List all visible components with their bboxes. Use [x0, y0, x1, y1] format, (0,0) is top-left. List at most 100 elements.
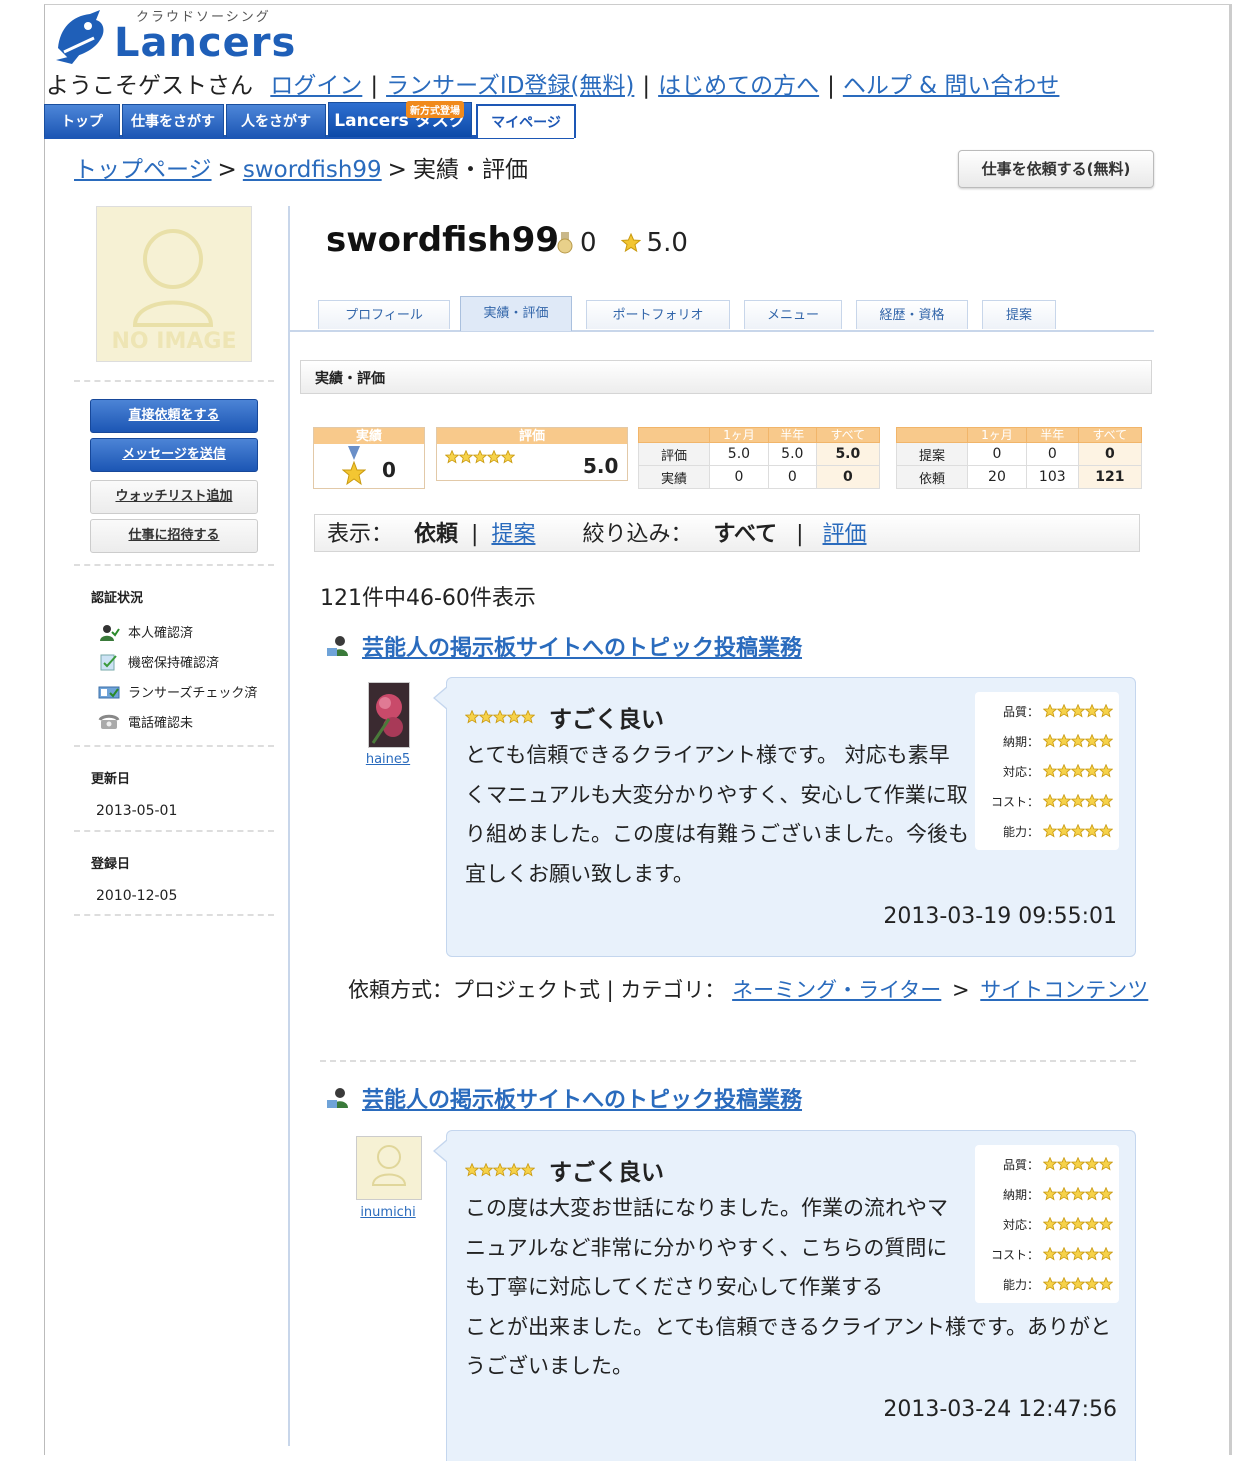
divider: [74, 380, 274, 382]
tab-menu[interactable]: メニュー: [744, 300, 842, 329]
tab-achievements[interactable]: 実績・評価: [460, 296, 572, 331]
cert-identity: 本人確認済: [98, 622, 193, 641]
star-icon: [1085, 1247, 1099, 1261]
tab-profile[interactable]: プロフィール: [318, 300, 450, 329]
review-rating: すごく良い: [465, 1153, 664, 1187]
star-icon: [1099, 794, 1113, 808]
star-icon: [445, 450, 459, 464]
star-icon: [1043, 824, 1057, 838]
breadcrumb-user[interactable]: swordfish99: [243, 157, 382, 183]
star-icon: [1043, 1277, 1057, 1291]
star-icon: [1085, 824, 1099, 838]
star-icon: [1099, 1247, 1113, 1261]
star-icon: [1071, 1157, 1085, 1171]
star-icon: [465, 710, 479, 724]
logo-wordmark[interactable]: Lancers: [114, 20, 296, 66]
cert-lancers-check: ランサーズチェック済: [98, 682, 257, 701]
achievement-value: 0: [382, 458, 396, 482]
job-person-icon: [327, 636, 348, 656]
filter-proposals-link[interactable]: 提案: [491, 522, 535, 547]
profile-username: swordfish99: [326, 220, 560, 260]
divider: [74, 830, 274, 832]
id-card-icon: [98, 686, 120, 698]
review-date: 2013-03-19 09:55:01: [883, 904, 1117, 929]
stats-table-rating: 1ヶ月 半年 すべて 評価 5.0 5.0 5.0 実績 0 0 0: [638, 427, 881, 489]
invite-job-button[interactable]: 仕事に招待する: [90, 519, 258, 553]
star-icon: [1057, 704, 1071, 718]
help-link[interactable]: ヘルプ & 問い合わせ: [843, 73, 1060, 99]
job-title-row: 芸能人の掲示板サイトへのトピック投稿業務: [326, 1082, 802, 1114]
register-link[interactable]: ランサーズID登録(無料): [386, 73, 634, 99]
divider: [74, 745, 274, 747]
lancers-logo-icon[interactable]: [50, 8, 110, 66]
star-icon: [459, 450, 473, 464]
profile-tabs: プロフィール 実績・評価 ポートフォリオ メニュー 経歴・資格 提案: [290, 296, 1154, 332]
star-icon: [479, 1163, 493, 1177]
breadcrumb: トップページ > swordfish99 > 実績・評価: [74, 157, 528, 183]
breadcrumb-home[interactable]: トップページ: [74, 157, 212, 183]
star-icon: [1085, 704, 1099, 718]
deadline-stars: [1043, 734, 1113, 748]
tab-portfolio[interactable]: ポートフォリオ: [586, 300, 730, 329]
star-icon: [473, 450, 487, 464]
reviewer-name[interactable]: haine5: [360, 752, 416, 767]
medal-count: 0: [580, 228, 597, 258]
subcategory-link[interactable]: サイトコンテンツ: [980, 978, 1148, 1002]
score-box: 品質： 納期： 対応： コスト： 能力：: [975, 692, 1119, 850]
star-icon: [1085, 1277, 1099, 1291]
star-icon: [1099, 1277, 1113, 1291]
star-icon: [1057, 1187, 1071, 1201]
no-image-placeholder-icon: [371, 1145, 407, 1186]
reviewer-name[interactable]: inumichi: [356, 1205, 420, 1220]
star-icon: [1071, 1217, 1085, 1231]
reviewer-avatar[interactable]: [368, 682, 410, 748]
tab-proposals[interactable]: 提案: [982, 300, 1056, 329]
filter-rating-link[interactable]: 評価: [823, 522, 867, 547]
achievement-box: 実績 0: [313, 427, 425, 489]
nav-tab-find-people[interactable]: 人をさがす: [226, 104, 326, 137]
star-icon: [1043, 704, 1057, 718]
star-icon: [1043, 734, 1057, 748]
cost-stars: [1043, 794, 1113, 808]
greeting-text: ようこそゲストさん: [46, 73, 253, 99]
category-link[interactable]: ネーミング・ライター: [732, 978, 941, 1002]
nav-tab-find-jobs[interactable]: 仕事をさがす: [122, 104, 224, 137]
filter-bar: 表示： 依頼 | 提案 絞り込み： すべて | 評価: [314, 514, 1140, 552]
filter-display-active: 依頼: [414, 522, 459, 547]
nav-tab-mypage[interactable]: マイページ: [476, 104, 576, 138]
job-title-link[interactable]: 芸能人の掲示板サイトへのトピック投稿業務: [362, 630, 802, 662]
request-job-button[interactable]: 仕事を依頼する(無料): [958, 150, 1154, 188]
review-card: すごく良い とても信頼できるクライアント様です。 対応も素早くマニュアルも大変分…: [433, 677, 1136, 957]
skill-stars: [1043, 1277, 1113, 1291]
updated-date: 2013-05-01: [96, 803, 178, 819]
star-icon: [1057, 1217, 1071, 1231]
star-icon: [1071, 734, 1085, 748]
star-icon: [1085, 1157, 1099, 1171]
review-date: 2013-03-24 12:47:56: [883, 1397, 1117, 1422]
response-stars: [1043, 1217, 1113, 1231]
registered-date: 2010-12-05: [96, 888, 178, 904]
reviewer-avatar[interactable]: [356, 1136, 422, 1200]
tab-career[interactable]: 経歴・資格: [856, 300, 968, 329]
review-card: すごく良い この度は大変お世話になりました。作業の流れやマニュアルなど非常に分か…: [433, 1130, 1136, 1461]
section-title: 実績・評価: [300, 360, 1152, 394]
star-icon: [1057, 794, 1071, 808]
cost-stars: [1043, 1247, 1113, 1261]
star-icon: [1043, 764, 1057, 778]
medal-icon: [557, 232, 573, 254]
send-message-button[interactable]: メッセージを送信: [90, 438, 258, 472]
direct-request-button[interactable]: 直接依頼をする: [90, 399, 258, 433]
nav-tab-top[interactable]: トップ: [44, 104, 120, 137]
add-watchlist-button[interactable]: ウォッチリスト追加: [90, 480, 258, 514]
star-icon: [1043, 1157, 1057, 1171]
divider: [320, 1060, 1136, 1062]
job-title-link[interactable]: 芸能人の掲示板サイトへのトピック投稿業務: [362, 1082, 802, 1114]
filter-narrow-active: すべて: [713, 522, 778, 547]
result-count: 121件中46-60件表示: [320, 586, 536, 611]
beginners-link[interactable]: はじめての方へ: [658, 73, 819, 99]
star-icon: [507, 710, 521, 724]
cert-phone: 電話確認未: [98, 712, 193, 731]
star-icon: [1071, 794, 1085, 808]
medal-star-icon: [342, 446, 366, 486]
login-link[interactable]: ログイン: [270, 73, 362, 99]
